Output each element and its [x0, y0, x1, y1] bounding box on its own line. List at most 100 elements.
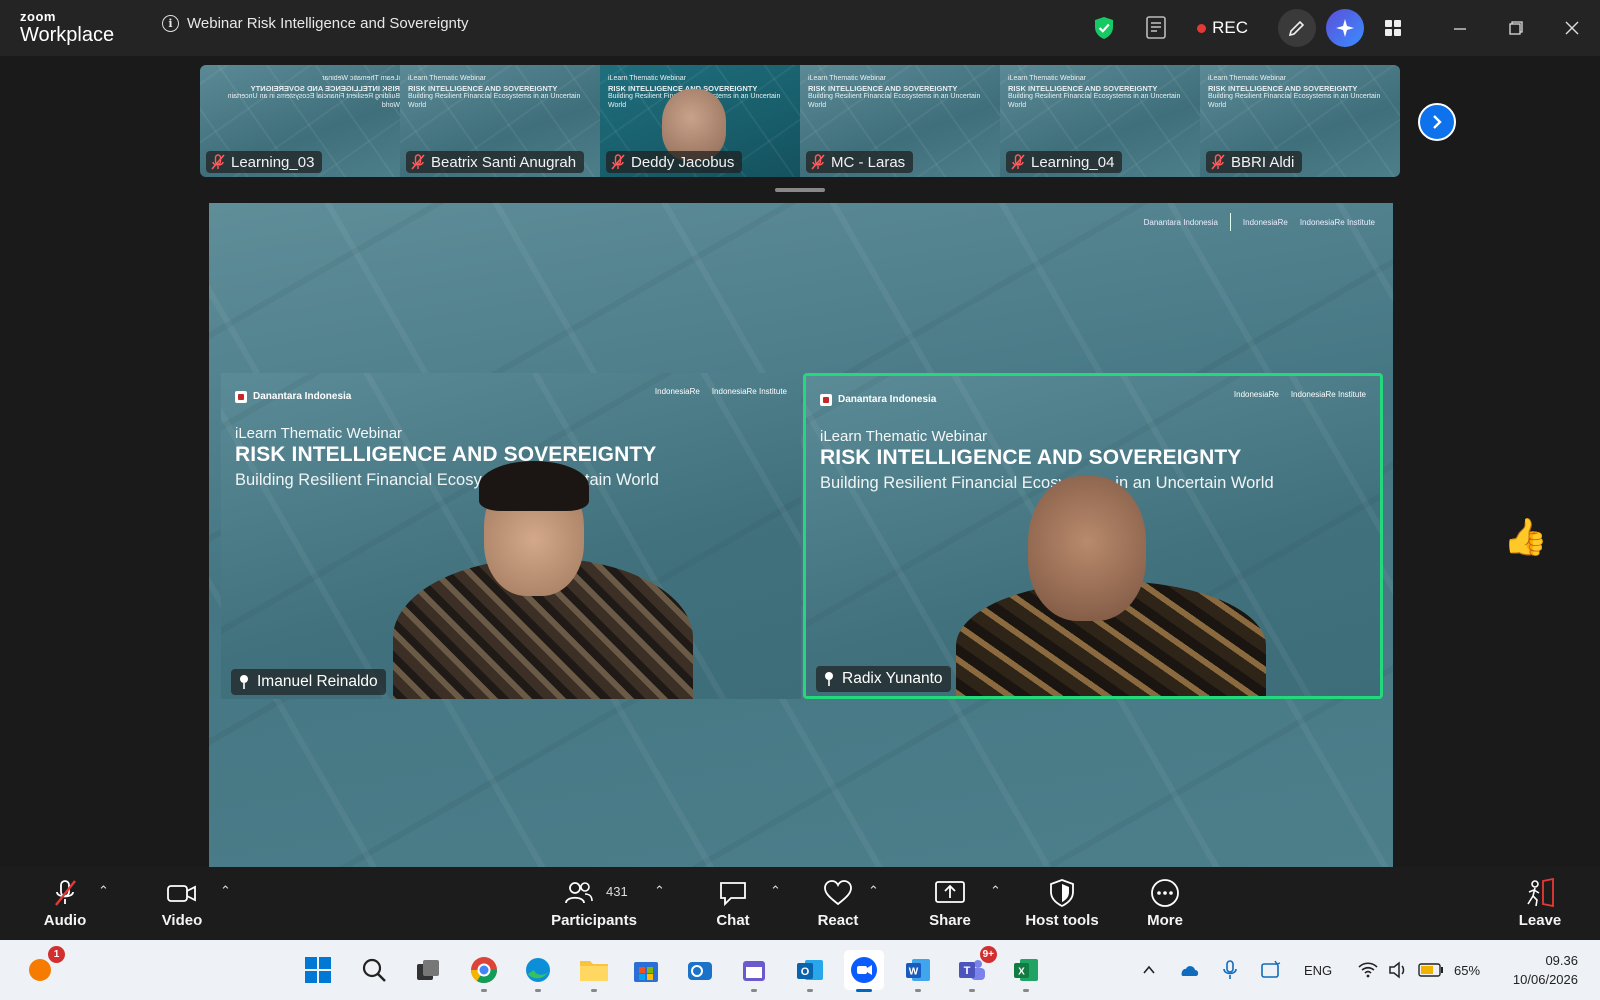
- filmstrip-tile[interactable]: iLearn Thematic Webinar RISK INTELLIGENCE…: [800, 65, 1000, 177]
- mic-muted-icon: [1011, 154, 1025, 170]
- person-face: [1028, 476, 1146, 621]
- task-view-icon: [417, 960, 439, 980]
- audio-options-caret-icon[interactable]: ⌃: [98, 883, 109, 899]
- filmstrip-resize-handle[interactable]: [775, 188, 825, 192]
- audio-label: Audio: [43, 912, 87, 929]
- apps-button[interactable]: [1374, 9, 1412, 47]
- mic-muted-icon: [55, 880, 76, 906]
- system-tray: ENG: [1142, 940, 1332, 1000]
- windows-taskbar: 1 O W T 9+ X ENG 65% 09.36 10/06/2026: [0, 940, 1600, 1000]
- tile-name-tag: Beatrix Santi Anugrah: [406, 151, 585, 173]
- language-indicator[interactable]: ENG: [1304, 963, 1332, 978]
- tile-participant-name: Learning_03: [231, 153, 315, 171]
- tile-slide-title: RISK INTELLIGENCE AND SOVEREIGNTY: [808, 83, 958, 93]
- outlook-new-app[interactable]: [680, 950, 720, 990]
- tile-name-tag: Learning_04: [1006, 151, 1123, 173]
- running-indicator: [856, 989, 872, 992]
- microphone-in-use-icon[interactable]: [1222, 960, 1238, 980]
- react-button[interactable]: React: [812, 867, 864, 940]
- tile-slide-text: iLearn Thematic Webinar RISK INTELLIGENCE…: [1008, 75, 1200, 111]
- tile-slide-title: RISK INTELLIGENCE AND SOVEREIGNTY: [250, 83, 400, 93]
- ai-companion-button[interactable]: [1326, 9, 1364, 47]
- word-app[interactable]: W: [898, 950, 938, 992]
- slide-brand-label: Danantara Indonesia: [838, 394, 937, 405]
- running-indicator: [807, 989, 813, 992]
- participants-button[interactable]: 431 Participants: [548, 867, 640, 940]
- weather-widget[interactable]: 1: [20, 946, 65, 990]
- info-icon[interactable]: i: [162, 15, 179, 32]
- filmstrip-tile[interactable]: iLearn Thematic Webinar RISK INTELLIGENCE…: [1000, 65, 1200, 177]
- encryption-shield-icon[interactable]: [1093, 16, 1115, 40]
- leave-button[interactable]: Leave: [1512, 867, 1568, 940]
- video-tile[interactable]: Danantara Indonesia iLearn Thematic Webi…: [221, 373, 801, 699]
- participant-name: Radix Yunanto: [842, 670, 943, 687]
- search-button[interactable]: [354, 950, 394, 990]
- video-options-caret-icon[interactable]: ⌃: [220, 883, 231, 899]
- video-button[interactable]: Video: [156, 867, 208, 940]
- slide-title: RISK INTELLIGENCE AND SOVEREIGNTY: [820, 446, 1242, 469]
- store-app[interactable]: [626, 950, 666, 990]
- annotate-button[interactable]: [1278, 9, 1316, 47]
- participant-name-tag: Imanuel Reinaldo: [231, 669, 386, 695]
- filmstrip-tile[interactable]: iLearn Thematic Webinar RISK INTELLIGENCE…: [200, 65, 400, 177]
- start-button[interactable]: [298, 950, 338, 990]
- more-dots-icon: [1151, 879, 1179, 907]
- minimize-button[interactable]: [1432, 0, 1488, 56]
- filmstrip-tile[interactable]: iLearn Thematic Webinar RISK INTELLIGENCE…: [1200, 65, 1400, 177]
- chrome-icon: [470, 957, 498, 984]
- chat-options-caret-icon[interactable]: ⌃: [770, 883, 781, 899]
- title-bar: zoom Workplace i Webinar Risk Intelligen…: [0, 0, 1600, 56]
- calendar-app[interactable]: [734, 950, 774, 992]
- active-speaker-video-tile[interactable]: Danantara Indonesia iLearn Thematic Webi…: [803, 373, 1383, 699]
- tile-slide-title: RISK INTELLIGENCE AND SOVEREIGNTY: [408, 83, 558, 93]
- tile-participant-name: Beatrix Santi Anugrah: [431, 153, 577, 171]
- share-button[interactable]: Share: [922, 867, 978, 940]
- filmstrip-tile[interactable]: iLearn Thematic Webinar RISK INTELLIGENCE…: [600, 65, 800, 177]
- excel-app[interactable]: X: [1006, 950, 1046, 992]
- minimize-icon: [1454, 28, 1466, 30]
- clock[interactable]: 09.36 10/06/2026: [1513, 951, 1578, 989]
- tile-slide-tag: Building Resilient Financial Ecosystems …: [227, 93, 400, 109]
- filmstrip-tile[interactable]: iLearn Thematic Webinar RISK INTELLIGENCE…: [400, 65, 600, 177]
- participants-options-caret-icon[interactable]: ⌃: [654, 883, 665, 899]
- tile-slide-title: RISK INTELLIGENCE AND SOVEREIGNTY: [1208, 83, 1358, 93]
- restore-button[interactable]: [1488, 0, 1544, 56]
- chat-button[interactable]: Chat: [708, 867, 758, 940]
- host-tools-button[interactable]: Host tools: [1024, 867, 1100, 940]
- tile-slide-sub: iLearn Thematic Webinar: [608, 75, 686, 82]
- word-icon: W: [906, 959, 930, 981]
- outlook-app[interactable]: O: [790, 950, 830, 992]
- chrome-app[interactable]: [464, 950, 504, 992]
- task-view-button[interactable]: [408, 950, 448, 990]
- leave-label: Leave: [1518, 912, 1562, 929]
- transcript-icon[interactable]: [1145, 15, 1169, 41]
- edge-app[interactable]: [518, 950, 558, 992]
- onedrive-cloud-icon[interactable]: [1178, 962, 1200, 978]
- share-options-caret-icon[interactable]: ⌃: [990, 883, 1001, 899]
- quick-settings[interactable]: 65%: [1358, 940, 1480, 1000]
- show-hidden-icons-chevron-icon[interactable]: [1142, 963, 1156, 977]
- recording-indicator[interactable]: REC: [1197, 18, 1248, 38]
- restore-icon: [1509, 21, 1523, 35]
- meeting-info[interactable]: i Webinar Risk Intelligence and Sovereig…: [162, 15, 469, 32]
- screen-capture-icon[interactable]: [1260, 960, 1282, 980]
- chat-bubble-icon: [720, 882, 746, 907]
- outlook-new-icon: [688, 962, 712, 980]
- audio-button[interactable]: Audio: [40, 867, 90, 940]
- chat-label: Chat: [716, 912, 750, 929]
- participant-name-tag: Radix Yunanto: [816, 666, 951, 692]
- svg-text:X: X: [1018, 967, 1025, 978]
- tile-slide-sub: iLearn Thematic Webinar: [322, 75, 400, 82]
- close-icon: [1565, 21, 1579, 35]
- slide-brand-label: Danantara Indonesia: [253, 391, 352, 402]
- more-button[interactable]: More: [1140, 867, 1190, 940]
- react-options-caret-icon[interactable]: ⌃: [868, 883, 879, 899]
- pencil-icon: [1288, 20, 1305, 37]
- teams-app[interactable]: T 9+: [952, 946, 997, 992]
- teams-badge: 9+: [979, 946, 997, 963]
- close-button[interactable]: [1544, 0, 1600, 56]
- filmstrip-next-button[interactable]: [1418, 103, 1456, 141]
- file-explorer-app[interactable]: [574, 950, 614, 992]
- zoom-app[interactable]: [844, 950, 884, 992]
- slide-logos: IndonesiaRe IndonesiaRe Institute: [655, 387, 787, 396]
